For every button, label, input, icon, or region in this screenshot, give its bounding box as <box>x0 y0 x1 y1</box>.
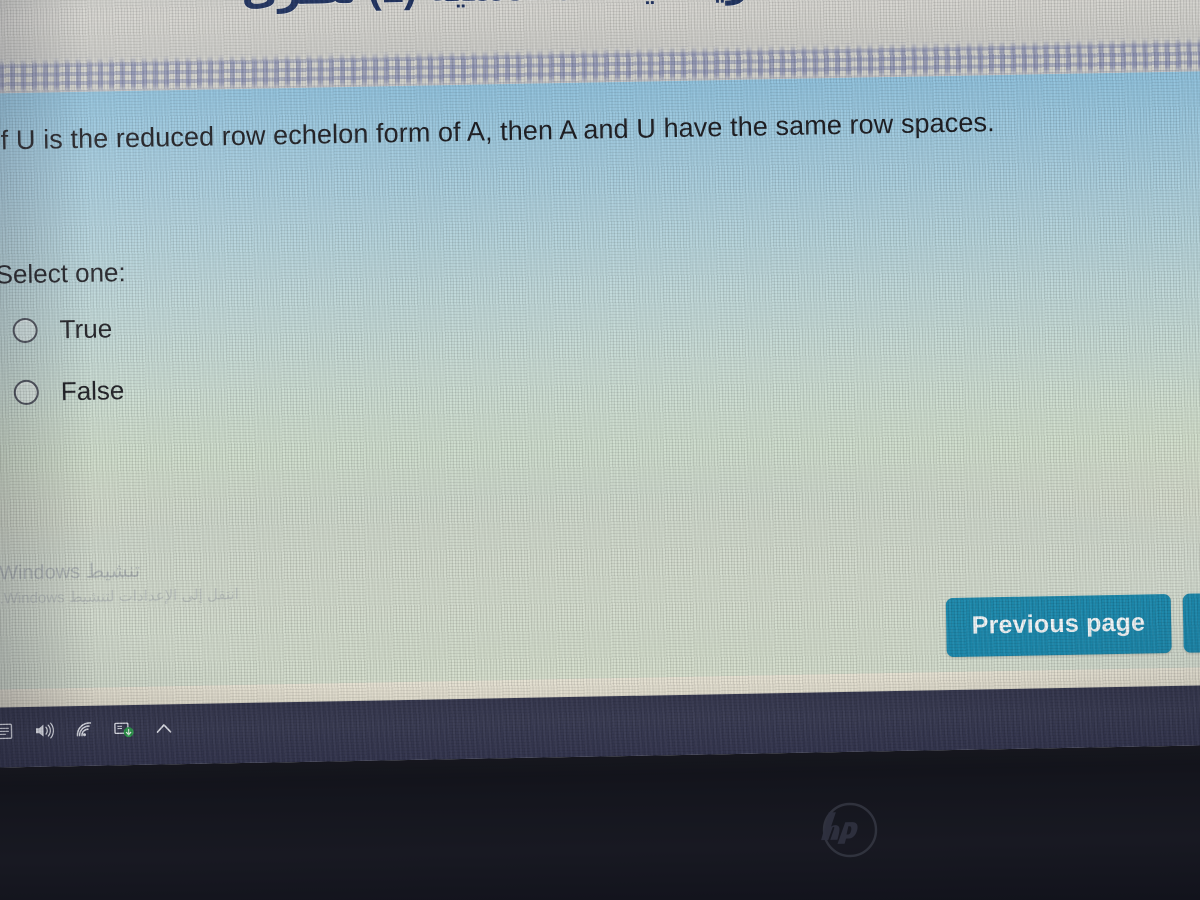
answer-option-false-label: False <box>60 375 125 407</box>
wifi-icon[interactable] <box>72 718 96 742</box>
select-one-label: Select one: <box>0 257 126 290</box>
next-page-button[interactable]: Next <box>1182 591 1200 653</box>
system-tray <box>0 716 176 743</box>
browser-page: رياضيات هندسية (1) نظرى If U is the redu… <box>0 0 1200 768</box>
hp-logo <box>789 794 910 866</box>
radio-button-true[interactable] <box>12 317 38 344</box>
previous-page-button[interactable]: Previous page <box>945 593 1172 658</box>
course-title: رياضيات هندسية (1) نظرى <box>241 0 750 15</box>
action-center-icon[interactable] <box>0 719 16 743</box>
screenshot-root: رياضيات هندسية (1) نظرى If U is the redu… <box>0 0 1200 900</box>
quiz-navigation: Previous page Next <box>945 591 1200 658</box>
answer-option-true-label: True <box>59 313 113 345</box>
show-hidden-icons-chevron-up-icon[interactable] <box>152 716 176 740</box>
laptop-screen: رياضيات هندسية (1) نظرى If U is the redu… <box>0 0 1200 768</box>
quiz-panel: If U is the reduced row echelon form of … <box>0 70 1200 690</box>
answer-option-true[interactable]: True <box>12 313 112 346</box>
watermark-line-2: انتقل إلى الإعدادات لتنشيط Windows. <box>0 586 239 608</box>
windows-activation-watermark: تنشيط Windows انتقل إلى الإعدادات لتنشيط… <box>0 554 300 610</box>
answer-option-false[interactable]: False <box>13 375 125 408</box>
radio-button-false[interactable] <box>13 379 40 406</box>
windows-update-icon[interactable] <box>112 717 136 741</box>
question-text: If U is the reduced row echelon form of … <box>0 107 995 156</box>
volume-speaker-icon[interactable] <box>32 718 56 742</box>
